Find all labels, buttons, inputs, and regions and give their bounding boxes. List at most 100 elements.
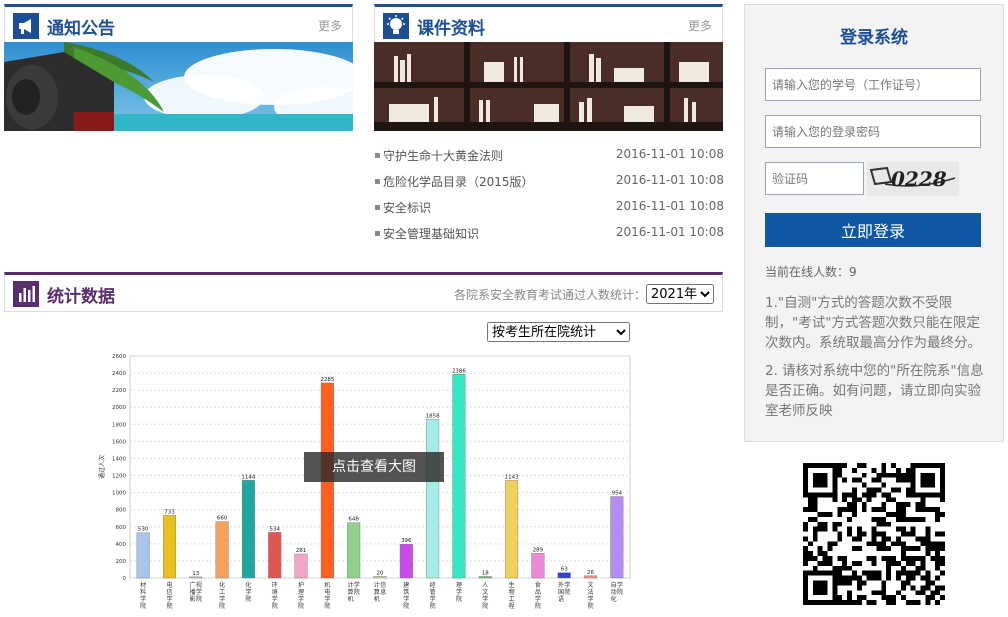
x-tick-label: 学院 <box>564 581 570 596</box>
bar <box>268 532 282 579</box>
megaphone-icon <box>13 13 39 39</box>
data-label: 13 <box>192 571 199 577</box>
x-tick-label: 人文学院 <box>482 582 488 610</box>
x-tick-label: 生物工程 <box>509 581 515 610</box>
bullet-icon: ▪ <box>374 150 381 161</box>
y-axis-label: 通过人次 <box>98 455 106 479</box>
data-label: 1144 <box>241 474 255 480</box>
data-label: 648 <box>348 517 359 523</box>
bar <box>189 576 203 579</box>
student-id-input[interactable] <box>765 68 981 101</box>
login-button[interactable]: 立即登录 <box>765 213 981 247</box>
y-tick-label: 600 <box>116 525 127 531</box>
group-by-select[interactable]: 按考生所在院统计 <box>487 322 630 342</box>
x-tick-label: 化工学院 <box>219 581 225 610</box>
lightbulb-icon <box>383 13 409 39</box>
data-label: 2285 <box>320 377 334 383</box>
courseware-banner-image <box>374 42 723 131</box>
courseware-item-date: 2016-11-01 10:08 <box>615 173 724 187</box>
data-label: 534 <box>269 526 280 532</box>
courseware-item-title[interactable]: 守护生命十大黄金法则 <box>383 147 503 164</box>
stats-caption: 各院系安全教育考试通过人数统计： <box>454 288 647 302</box>
x-tick-label: 自动化 <box>611 581 617 603</box>
bar <box>452 374 466 579</box>
x-tick-label: 文法学院 <box>588 581 594 610</box>
bar <box>610 496 624 579</box>
data-label: 733 <box>164 509 175 515</box>
online-count: 当前在线人数：9 <box>765 265 857 279</box>
data-label: 2386 <box>452 368 466 374</box>
x-tick-label: 视学院 <box>196 581 202 603</box>
courseware-list-item[interactable]: ▪ 危险化学品目录（2015版） 2016-11-01 10:08 <box>374 171 724 195</box>
courseware-item-title[interactable]: 安全标识 <box>383 199 431 216</box>
courseware-list-item[interactable]: ▪ 安全标识 2016-11-01 10:08 <box>374 197 724 221</box>
data-label: 281 <box>296 548 307 554</box>
x-tick-label: 食品学院 <box>535 581 541 610</box>
x-tick-label: 经管学院 <box>430 581 436 610</box>
data-label: 26 <box>587 570 594 576</box>
x-tick-label: 环境学院 <box>272 582 278 610</box>
year-select[interactable]: 2021年 <box>646 284 714 304</box>
courseware-list-item[interactable]: ▪ 安全管理基础知识 2016-11-01 10:08 <box>374 223 724 247</box>
bar <box>241 480 255 579</box>
notice-banner-image <box>4 42 353 131</box>
bar <box>557 572 571 579</box>
login-title: 登录系统 <box>840 28 908 48</box>
x-tick-label: 化学院 <box>245 581 251 603</box>
courseware-item-title[interactable]: 安全管理基础知识 <box>383 225 479 242</box>
x-tick-label: 计算机 <box>347 581 353 603</box>
x-tick-label: 电信学院 <box>166 581 172 610</box>
courseware-item-date: 2016-11-01 10:08 <box>615 199 724 213</box>
data-label: 20 <box>377 570 384 576</box>
captcha-text: 0228 <box>891 167 947 191</box>
notice-header: 通知公告 更多 <box>4 4 353 44</box>
bar <box>505 480 519 579</box>
data-label: 1143 <box>505 474 519 480</box>
bar <box>294 553 308 579</box>
y-tick-label: 800 <box>116 508 127 514</box>
x-tick-label: 信息 <box>380 581 386 596</box>
notice-title: 通知公告 <box>47 19 115 39</box>
view-large-image-button[interactable]: 点击查看大图 <box>304 452 444 482</box>
y-tick-label: 1000 <box>112 491 126 497</box>
courseware-item-date: 2016-11-01 10:08 <box>615 147 724 161</box>
courseware-title: 课件资料 <box>417 19 485 39</box>
y-tick-label: 200 <box>116 559 127 565</box>
bar <box>373 576 387 579</box>
note-1: 1."自测"方式的答题次数不受限制，"考试"方式答题次数只能在限定次数内。系统取… <box>765 295 981 351</box>
data-label: 396 <box>401 538 412 544</box>
password-input[interactable] <box>765 115 981 148</box>
y-tick-label: 1400 <box>112 456 126 462</box>
bar-chart-icon <box>13 281 39 307</box>
y-tick-label: 2600 <box>112 354 126 360</box>
bar <box>426 419 440 579</box>
x-tick-label: 建筑学院 <box>403 581 409 610</box>
data-label: 18 <box>482 570 489 576</box>
stats-title: 统计数据 <box>47 287 115 307</box>
pass-count-bar-chart[interactable]: 0 200 400 600 800 1000 1200 1400 1600 1800 2000 220… <box>96 352 632 616</box>
courseware-more-link[interactable]: 更多 <box>688 17 712 34</box>
bar <box>136 532 150 579</box>
data-label: 954 <box>612 491 623 497</box>
data-label: 289 <box>533 547 544 553</box>
y-tick-label: 2200 <box>112 388 126 394</box>
data-label: 1858 <box>426 413 440 419</box>
bar <box>531 553 545 579</box>
courseware-item-title[interactable]: 危险化学品目录（2015版） <box>383 173 534 190</box>
courseware-list-item[interactable]: ▪ 守护生命十大黄金法则 2016-11-01 10:08 <box>374 145 724 169</box>
bar <box>584 575 598 579</box>
x-tick-label: 计算机 <box>374 581 380 603</box>
bullet-icon: ▪ <box>374 228 381 239</box>
x-tick-label: 外国语 <box>558 581 564 603</box>
notice-more-link[interactable]: 更多 <box>318 17 342 34</box>
bar <box>215 521 229 579</box>
captcha-input[interactable] <box>765 162 864 195</box>
y-tick-label: 400 <box>116 542 127 548</box>
bullet-icon: ▪ <box>374 176 381 187</box>
x-tick-label: 广播影 <box>190 581 196 603</box>
x-tick-label: 材料学院 <box>140 581 146 610</box>
y-tick-label: 1800 <box>112 422 126 428</box>
bar <box>162 515 176 579</box>
captcha-image[interactable]: 0228 <box>867 162 959 196</box>
bar <box>399 543 413 579</box>
